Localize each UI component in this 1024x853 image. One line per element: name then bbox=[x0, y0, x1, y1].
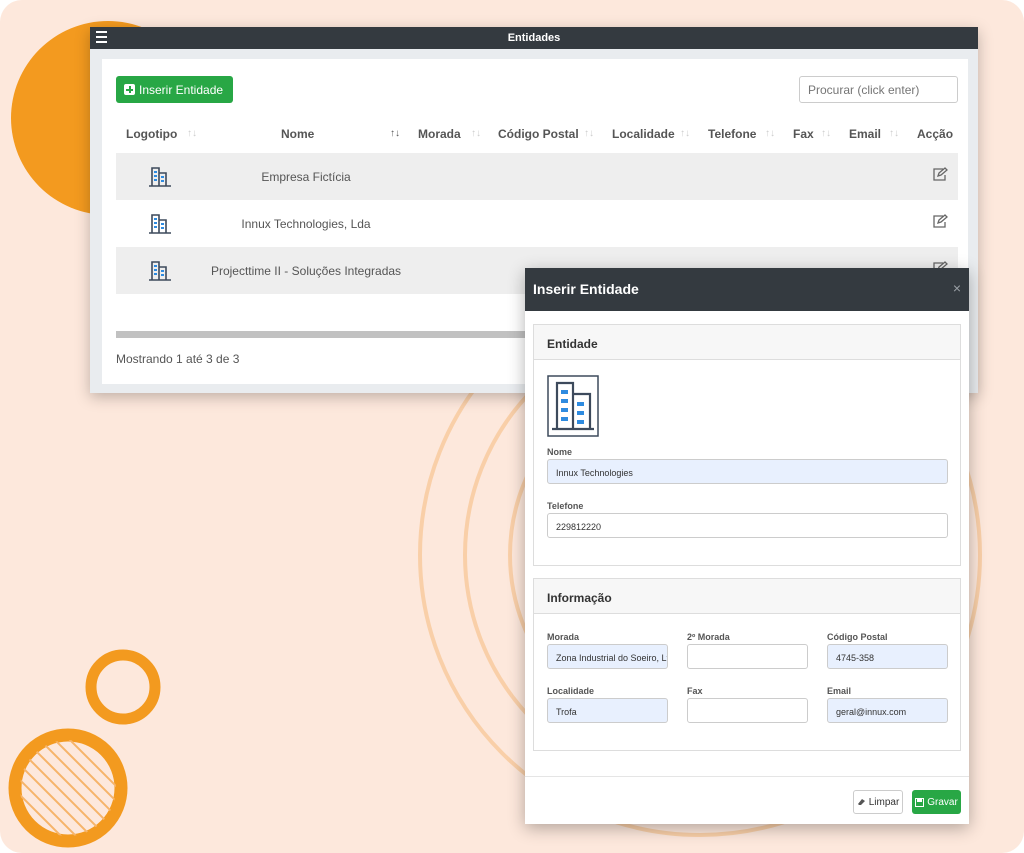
sort-icon[interactable]: ↑↓ bbox=[889, 128, 899, 139]
sort-icon[interactable]: ↑↓ bbox=[765, 128, 775, 139]
window-title: Entidades bbox=[507, 32, 561, 44]
insert-entity-modal: Inserir Entidade × Entidade Nome Innux T… bbox=[525, 268, 969, 824]
informacao-header: Informação bbox=[534, 579, 960, 614]
entity-name: Innux Technologies, Lda bbox=[241, 217, 371, 231]
entity-name: Projecttime II - Soluções Integradas bbox=[210, 264, 402, 278]
close-icon[interactable]: × bbox=[953, 280, 961, 296]
sort-icon[interactable]: ↑↓ bbox=[187, 128, 197, 139]
localidade-label: Localidade bbox=[547, 686, 595, 696]
column-header-morada[interactable]: Morada bbox=[418, 127, 461, 141]
entidade-card: Entidade Nome Innux Technologies Telefon… bbox=[533, 324, 961, 566]
plus-icon bbox=[124, 84, 135, 95]
table-row[interactable]: Innux Technologies, Lda bbox=[116, 200, 958, 247]
building-icon bbox=[149, 214, 171, 234]
nome-label: Nome bbox=[547, 447, 573, 457]
fax-label: Fax bbox=[687, 686, 703, 696]
fax-field[interactable] bbox=[687, 698, 808, 723]
email-field[interactable]: geral@innux.com bbox=[827, 698, 948, 723]
column-header-fax[interactable]: Fax bbox=[793, 127, 814, 141]
floppy-disk-icon bbox=[915, 797, 925, 807]
column-header-localidade[interactable]: Localidade bbox=[612, 127, 675, 141]
edit-icon[interactable] bbox=[932, 214, 948, 228]
modal-header: Inserir Entidade × bbox=[525, 268, 969, 311]
informacao-card: Informação Morada Zona Industrial do Soe… bbox=[533, 578, 961, 751]
column-header-telefone[interactable]: Telefone bbox=[708, 127, 756, 141]
search-input[interactable] bbox=[799, 76, 958, 103]
morada2-field[interactable] bbox=[687, 644, 808, 669]
telefone-label: Telefone bbox=[547, 501, 584, 511]
email-label: Email bbox=[827, 686, 852, 696]
entidade-header: Entidade bbox=[534, 325, 960, 360]
insert-entity-label: Inserir Entidade bbox=[139, 82, 224, 97]
column-header-logotipo[interactable]: Logotipo bbox=[126, 127, 177, 141]
codigo-postal-label: Código Postal bbox=[827, 632, 888, 642]
sort-icon[interactable]: ↑↓ bbox=[821, 128, 831, 139]
table-info: Mostrando 1 até 3 de 3 bbox=[116, 352, 240, 366]
codigo-postal-field[interactable]: 4745-358 bbox=[827, 644, 948, 669]
column-header-codigo-postal[interactable]: Código Postal bbox=[498, 127, 579, 141]
edit-icon[interactable] bbox=[932, 167, 948, 181]
eraser-icon bbox=[857, 799, 865, 805]
sort-icon[interactable]: ↑↓ bbox=[584, 128, 594, 139]
sort-icon[interactable]: ↑↓ bbox=[680, 128, 690, 139]
horizontal-scrollbar[interactable] bbox=[116, 331, 526, 338]
telefone-field[interactable]: 229812220 bbox=[547, 513, 948, 538]
building-logo-icon[interactable] bbox=[547, 375, 599, 437]
modal-title: Inserir Entidade bbox=[533, 281, 639, 297]
column-header-accao: Acção bbox=[917, 127, 954, 141]
clear-label: Limpar bbox=[868, 796, 900, 808]
decoration-hatched-ring bbox=[8, 728, 128, 848]
morada-field[interactable]: Zona Industrial do Soeiro, Lt bbox=[547, 644, 668, 669]
modal-footer: Limpar Gravar bbox=[525, 776, 969, 824]
clear-button[interactable]: Limpar bbox=[853, 790, 903, 814]
decoration-small-ring bbox=[85, 649, 161, 725]
save-button[interactable]: Gravar bbox=[912, 790, 961, 814]
column-header-email[interactable]: Email bbox=[849, 127, 881, 141]
window-title-bar: Entidades bbox=[90, 27, 978, 49]
save-label: Gravar bbox=[927, 796, 958, 808]
nome-field[interactable]: Innux Technologies bbox=[547, 459, 948, 484]
table-row[interactable]: Empresa Fictícia bbox=[116, 153, 958, 200]
building-icon bbox=[149, 261, 171, 281]
insert-entity-button[interactable]: Inserir Entidade bbox=[116, 76, 233, 103]
morada2-label: 2º Morada bbox=[687, 632, 730, 642]
sort-icon[interactable]: ↑↓ bbox=[390, 128, 400, 139]
entity-name: Empresa Fictícia bbox=[261, 170, 351, 184]
column-header-nome[interactable]: Nome bbox=[281, 127, 314, 141]
building-icon bbox=[149, 167, 171, 187]
localidade-field[interactable]: Trofa bbox=[547, 698, 668, 723]
morada-label: Morada bbox=[547, 632, 580, 642]
sort-icon[interactable]: ↑↓ bbox=[471, 128, 481, 139]
